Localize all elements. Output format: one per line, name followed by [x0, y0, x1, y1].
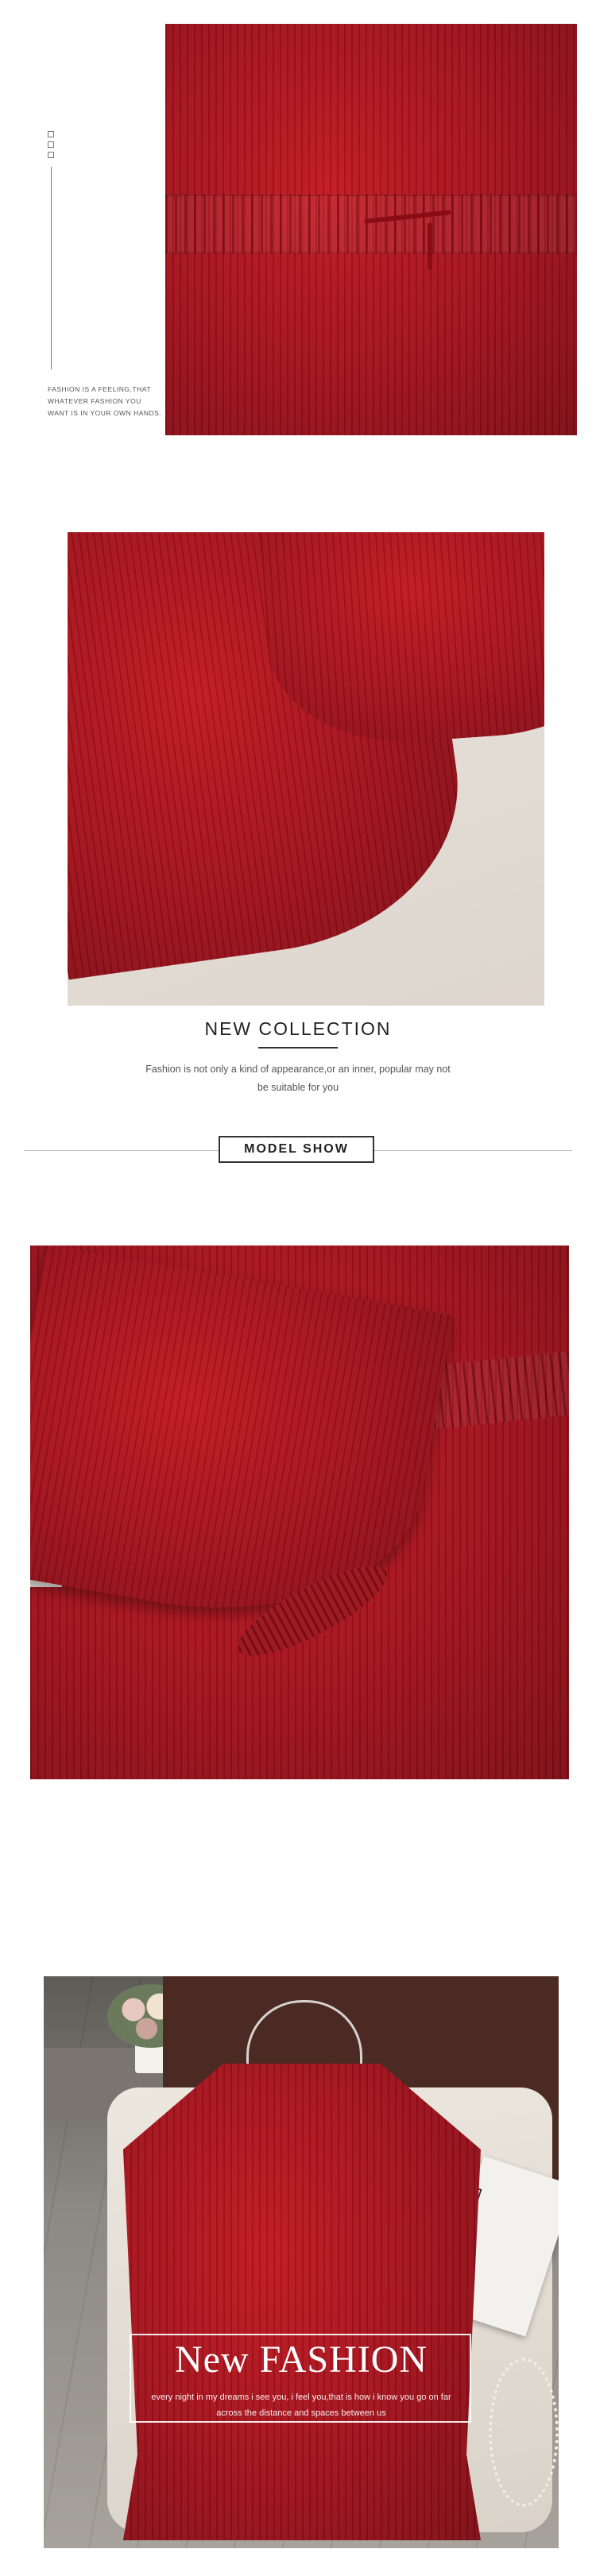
product-photo-full-dress: TIME New FASHION every night in my dream…	[44, 1976, 559, 2548]
new-fashion-subtitle: every night in my dreams i see you, i fe…	[151, 2393, 451, 2418]
title-underline	[258, 1047, 338, 1049]
collection-description: Fashion is not only a kind of appearance…	[145, 1064, 451, 1093]
red-dress	[123, 2064, 481, 2540]
product-photo-hem-detail	[68, 532, 544, 1006]
fashion-note: FASHION IS A FEELING,THAT WHATEVER FASHI…	[48, 385, 162, 417]
product-photo-sleeve-detail	[30, 1246, 569, 1779]
model-show-heading: MODEL SHOW	[219, 1136, 374, 1163]
dress-sleeve	[30, 1246, 454, 1644]
square-icon	[48, 141, 54, 148]
square-icon	[48, 131, 54, 137]
collection-title: NEW COLLECTION	[204, 1018, 392, 1039]
gathered-waist	[165, 195, 577, 253]
waist-tie-end	[428, 222, 432, 270]
square-icon	[48, 152, 54, 158]
new-fashion-title: New FASHION	[174, 2338, 428, 2381]
vertical-divider	[51, 167, 52, 369]
product-photo-waist-detail	[165, 24, 577, 435]
